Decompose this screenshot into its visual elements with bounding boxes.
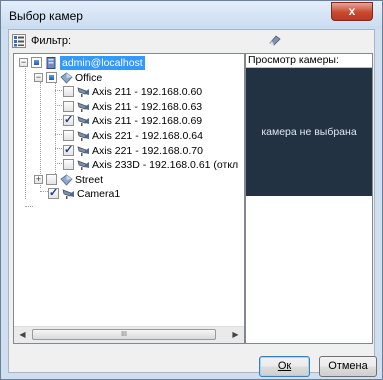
preview-screen: камера не выбрана (246, 68, 372, 196)
scroll-right-arrow-icon[interactable]: ▶ (230, 329, 241, 340)
cancel-button[interactable]: Отмена (319, 356, 377, 377)
tree-node[interactable]: Axis 211 - 192.168.0.69 (14, 113, 244, 128)
tree-node[interactable]: Axis 221 - 192.168.0.70 (14, 143, 244, 158)
scrollbar-thumb[interactable]: III (32, 329, 216, 340)
server-icon (45, 57, 58, 69)
window-title: Выбор камер (9, 9, 83, 23)
node-checkbox[interactable] (46, 71, 57, 83)
camera-tree[interactable]: − admin@localhost − Office Axis 211 - 192.16… (13, 53, 245, 344)
node-checkbox[interactable] (48, 186, 59, 200)
tree-node[interactable]: Axis 211 - 192.168.0.63 (14, 100, 244, 114)
node-checkbox[interactable] (63, 159, 74, 171)
collapse-icon[interactable]: − (19, 58, 28, 67)
node-label: Street (75, 173, 104, 186)
tree-node[interactable]: Camera1 (14, 186, 244, 201)
view-grid-icon[interactable] (12, 34, 26, 48)
scroll-left-arrow-icon[interactable]: ◀ (17, 329, 28, 340)
filter-toolbar: Фильтр: (9, 30, 374, 52)
node-checkbox[interactable] (63, 113, 74, 127)
folder-icon (60, 174, 73, 186)
clear-filter-icon[interactable] (268, 34, 282, 46)
camera-icon (62, 188, 75, 200)
folder-icon (60, 72, 73, 84)
ok-button-label: Ок (277, 360, 292, 372)
title-bar[interactable]: Выбор камер x (1, 1, 382, 29)
close-button[interactable]: x (331, 2, 373, 21)
tree-node[interactable]: − admin@localhost (14, 56, 244, 70)
node-label: admin@localhost (60, 56, 145, 70)
camera-icon (77, 86, 90, 98)
node-checkbox[interactable] (63, 86, 74, 98)
camera-select-window: Выбор камер x Фильтр: − admin@localhost … (0, 0, 383, 380)
camera-icon (77, 159, 90, 171)
filter-input[interactable] (73, 33, 277, 50)
tree-node[interactable]: Axis 233D - 192.168.0.61 (откл (14, 158, 244, 172)
node-label: Axis 221 - 192.168.0.70 (92, 144, 203, 157)
preview-placeholder-text: камера не выбрана (261, 126, 357, 138)
node-label: Axis 211 - 192.168.0.60 (92, 86, 203, 99)
node-label: Axis 221 - 192.168.0.64 (92, 130, 203, 142)
node-label: Camera1 (77, 188, 121, 201)
preview-header: Просмотр камеры: (246, 54, 372, 68)
node-label: Axis 233D - 192.168.0.61 (откл (92, 159, 239, 172)
expand-icon[interactable]: + (34, 174, 43, 184)
node-checkbox[interactable] (46, 173, 57, 185)
node-checkbox[interactable] (63, 100, 74, 112)
tree-node[interactable]: + Street (14, 173, 244, 187)
camera-icon (77, 101, 90, 113)
ok-button[interactable]: Ок (259, 356, 310, 377)
node-label: Office (75, 71, 103, 84)
tree-node[interactable]: Axis 211 - 192.168.0.60 (14, 85, 244, 99)
dialog-body: Фильтр: − admin@localhost − Office Axis … (8, 29, 377, 377)
tree-content: − admin@localhost − Office Axis 211 - 192.16… (14, 54, 244, 328)
tree-node[interactable]: − Office (14, 71, 244, 85)
camera-icon (77, 145, 90, 157)
tree-node[interactable]: Axis 221 - 192.168.0.64 (14, 129, 244, 143)
camera-icon (77, 115, 90, 127)
node-checkbox[interactable] (63, 143, 74, 157)
collapse-icon[interactable]: − (34, 72, 43, 82)
horizontal-scrollbar[interactable]: ◀ III ▶ (14, 326, 244, 343)
node-label: Axis 211 - 192.168.0.63 (92, 100, 203, 113)
node-checkbox[interactable] (63, 130, 74, 141)
node-label: Axis 211 - 192.168.0.69 (92, 115, 203, 128)
camera-preview-panel: Просмотр камеры: камера не выбрана (245, 53, 373, 344)
filter-label: Фильтр: (31, 35, 72, 47)
node-checkbox[interactable] (31, 57, 42, 68)
camera-icon (77, 130, 90, 142)
